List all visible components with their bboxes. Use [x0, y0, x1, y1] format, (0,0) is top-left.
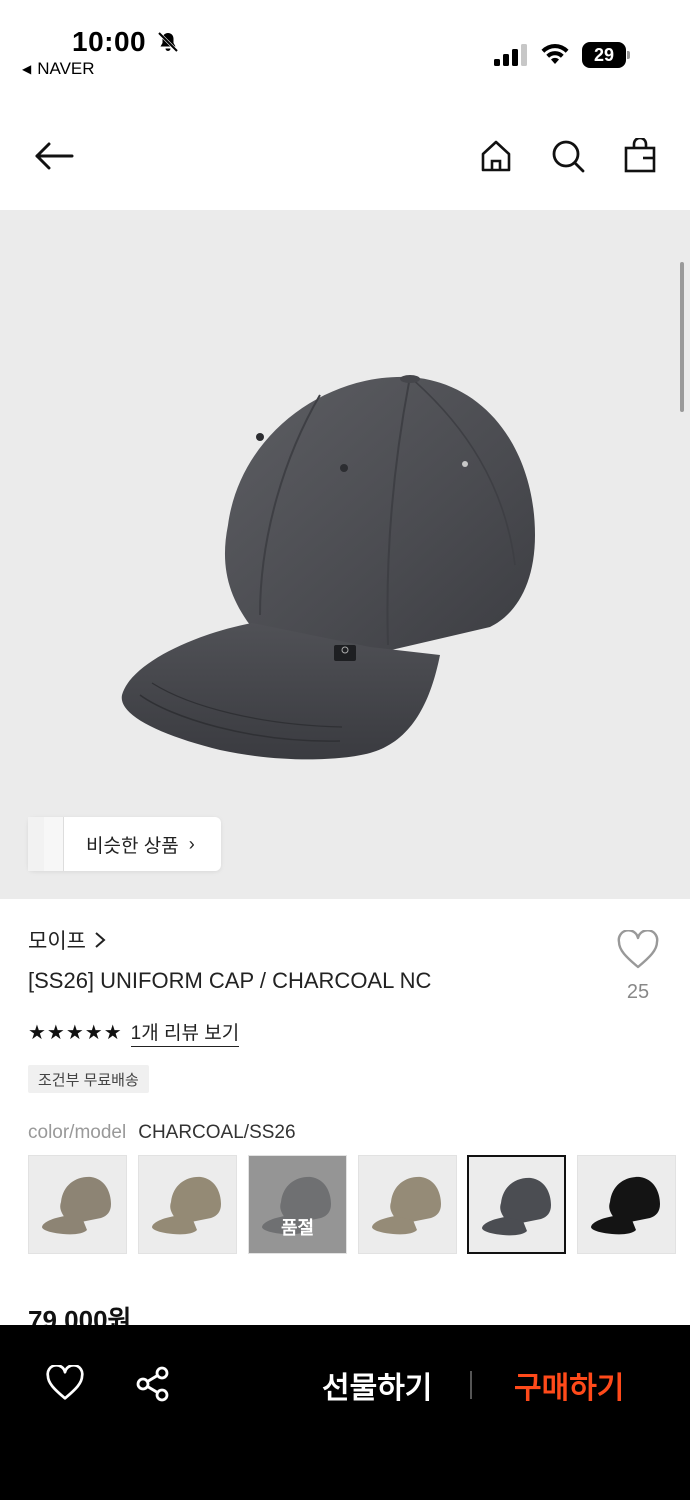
product-image-carousel[interactable]: 비슷한 상품 › — [0, 210, 690, 899]
search-icon — [552, 140, 585, 173]
color-swatches: 품절 — [28, 1155, 690, 1255]
shopping-bag-icon — [624, 138, 656, 173]
button-divider — [470, 1371, 472, 1399]
search-button[interactable] — [548, 136, 588, 176]
brand-link[interactable]: 모이프 — [28, 925, 106, 955]
chevron-right-icon — [95, 932, 106, 948]
cap-thumbnail — [372, 1176, 441, 1235]
buy-button[interactable]: 구매하기 — [514, 1363, 624, 1407]
cap-thumbnail — [152, 1176, 221, 1235]
heart-outline-icon — [46, 1363, 84, 1400]
like-count: 25 — [626, 981, 650, 1003]
swatch-option[interactable] — [577, 1155, 676, 1254]
heart-outline-icon — [617, 929, 659, 969]
home-icon — [481, 140, 511, 172]
status-bar: 10:00 ◀ NAVER 29 — [0, 0, 690, 90]
swatch-crown — [60, 1176, 111, 1222]
swatch-crown — [170, 1176, 221, 1222]
swatch-crown — [609, 1176, 660, 1222]
status-time: 10:00 — [72, 26, 147, 57]
swatch-crown — [500, 1177, 551, 1223]
cap-thumbnail — [482, 1177, 551, 1236]
back-to-app-link[interactable]: ◀ NAVER — [22, 59, 95, 79]
option-key: color/model — [28, 1122, 127, 1143]
swatch-option[interactable] — [358, 1155, 457, 1254]
bottom-action-bar: 선물하기 구매하기 — [0, 1325, 690, 1500]
wifi-icon — [541, 43, 569, 64]
cap-thumbnail — [591, 1176, 660, 1235]
soldout-label: 품절 — [280, 1218, 315, 1238]
back-app-label: NAVER — [37, 59, 95, 78]
option-value: CHARCOAL/SS26 — [138, 1122, 296, 1143]
scrollbar[interactable] — [680, 262, 684, 412]
cap-thumbnail — [42, 1176, 111, 1235]
battery-icon: 29 — [582, 42, 630, 68]
similar-thumbnails — [28, 817, 86, 871]
swatch-option[interactable] — [138, 1155, 237, 1254]
gift-button[interactable]: 선물하기 — [322, 1363, 432, 1407]
swatch-option[interactable] — [28, 1155, 127, 1254]
top-nav-header — [0, 100, 690, 210]
swatch-crown — [390, 1176, 441, 1222]
swatch-option-selected[interactable] — [467, 1155, 566, 1254]
product-title: [SS26] UNIFORM CAP / CHARCOAL NC — [28, 968, 432, 993]
shipping-badge: 조건부 무료배송 — [28, 1065, 149, 1093]
product-cap-image — [121, 375, 535, 760]
review-link[interactable]: 1개 리뷰 보기 — [130, 1018, 240, 1047]
bell-mute-icon — [157, 31, 179, 53]
cellular-signal-icon — [494, 44, 527, 66]
swatch-option-soldout[interactable]: 품절 — [248, 1155, 347, 1254]
like-button[interactable]: 25 — [612, 929, 664, 1004]
share-icon — [136, 1366, 169, 1402]
rating-row: ★★★★★ 1개 리뷰 보기 — [28, 1018, 240, 1047]
option-row: color/model CHARCOAL/SS26 — [28, 1122, 296, 1144]
home-button[interactable] — [476, 136, 516, 176]
brand-name: 모이프 — [28, 930, 86, 953]
similar-products-label: 비슷한 상품 — [86, 835, 179, 857]
cart-button[interactable] — [620, 136, 660, 176]
battery-level: 29 — [582, 42, 626, 68]
back-triangle-icon: ◀ — [22, 62, 32, 76]
back-arrow-icon — [35, 142, 74, 170]
similar-products-button[interactable]: 비슷한 상품 › — [28, 817, 221, 871]
back-button[interactable] — [34, 136, 74, 176]
star-rating: ★★★★★ — [28, 1022, 123, 1044]
share-button[interactable] — [134, 1365, 174, 1405]
wishlist-button[interactable] — [45, 1363, 85, 1405]
chevron-right-icon: › — [188, 833, 195, 854]
